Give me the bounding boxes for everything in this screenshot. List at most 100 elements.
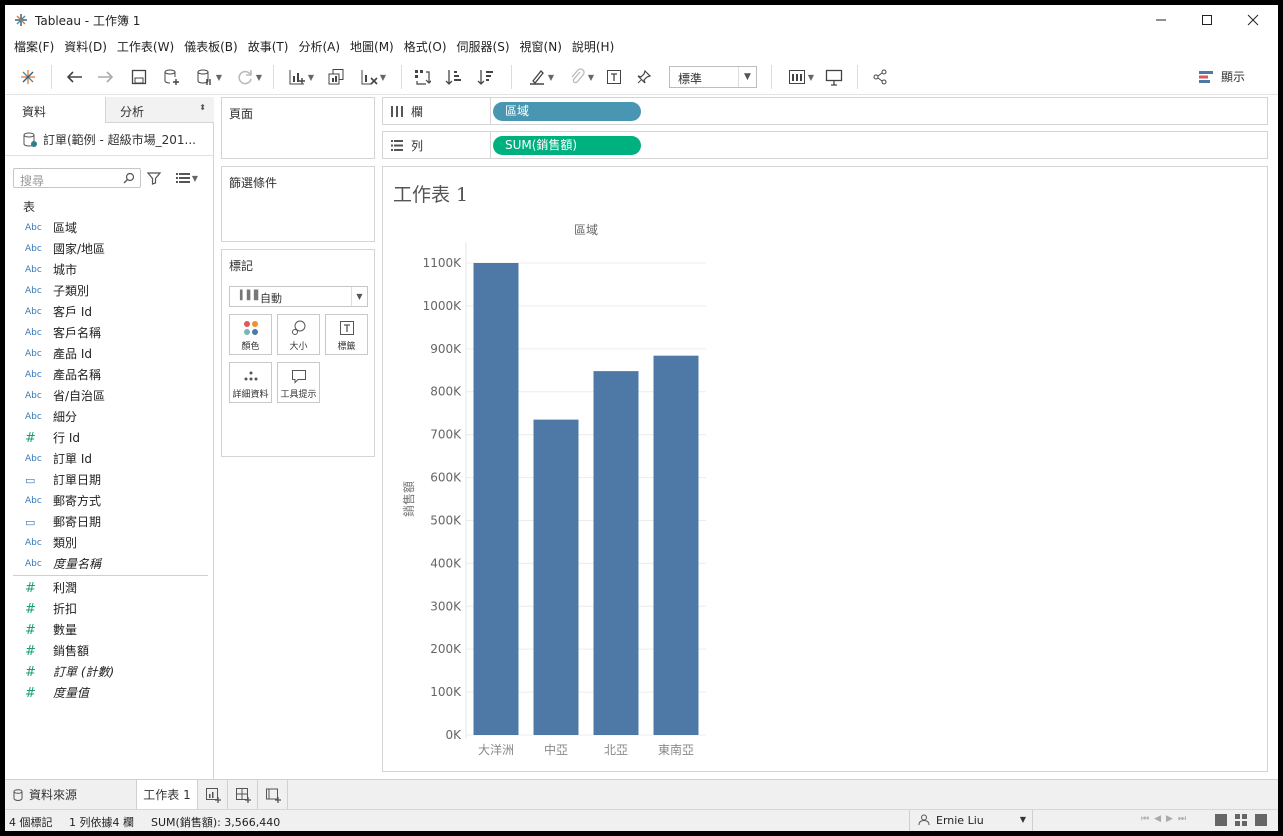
dim-field[interactable]: Abc 子類別	[5, 281, 214, 302]
new-datasource-button[interactable]	[161, 67, 183, 87]
filmstrip-view-icon[interactable]	[1215, 814, 1227, 826]
menu-help[interactable]: 說明(H)	[567, 37, 619, 57]
color-button[interactable]: 顏色	[229, 314, 272, 355]
dim-field[interactable]: # 行 Id	[5, 428, 214, 449]
columns-shelf[interactable]: 欄 區域	[382, 97, 1268, 125]
datasource-item[interactable]: 訂單(範例 - 超級市場_201...	[23, 131, 196, 148]
dim-field[interactable]: Abc 產品名稱	[5, 365, 214, 386]
sort-ascending-button[interactable]	[443, 67, 465, 87]
menu-worksheet[interactable]: 工作表(W)	[112, 37, 179, 57]
dim-field[interactable]: Abc 客戶 Id	[5, 302, 214, 323]
columns-pill[interactable]: 區域	[493, 102, 641, 121]
duplicate-sheet-button[interactable]	[325, 67, 347, 87]
menu-file[interactable]: 檔案(F)	[5, 37, 59, 57]
first-sheet-icon[interactable]: ⏮	[1141, 814, 1149, 824]
measure-field[interactable]: # 利潤	[5, 578, 214, 599]
dim-field[interactable]: Abc 省/自治區	[5, 386, 214, 407]
menu-server[interactable]: 伺服器(S)	[452, 37, 515, 57]
presentation-mode-button[interactable]	[823, 67, 845, 87]
undo-button[interactable]	[63, 67, 85, 87]
share-button[interactable]	[869, 67, 891, 87]
menu-data[interactable]: 資料(D)	[59, 37, 112, 57]
tab-analytics[interactable]: 分析 ⬍	[105, 97, 214, 123]
new-worksheet-button[interactable]: ▼	[283, 67, 319, 87]
dim-field[interactable]: Abc 客戶名稱	[5, 323, 214, 344]
tabs-view-icon[interactable]	[1255, 814, 1267, 826]
dim-field[interactable]: ▭ 訂單日期	[5, 470, 214, 491]
measure-field[interactable]: # 折扣	[5, 599, 214, 620]
dim-field[interactable]: Abc 國家/地區	[5, 239, 214, 260]
show-mark-labels-button[interactable]	[603, 67, 625, 87]
dim-field[interactable]: Abc 城市	[5, 260, 214, 281]
chevron-down-icon: ▼	[738, 67, 756, 87]
new-worksheet-tab-button[interactable]	[198, 780, 228, 809]
string-type-icon: Abc	[25, 244, 42, 254]
dim-field[interactable]: Abc 度量名稱	[5, 554, 214, 575]
measure-field[interactable]: # 訂單 (計數)	[5, 662, 214, 683]
view-options-button[interactable]: ▼	[171, 170, 203, 186]
size-button[interactable]: 大小	[277, 314, 320, 355]
dim-field[interactable]: Abc 區域	[5, 218, 214, 239]
prev-sheet-icon[interactable]: ◀	[1154, 814, 1161, 824]
close-icon	[1247, 14, 1259, 26]
toolbar-separator	[857, 65, 858, 89]
menu-dashboard[interactable]: 儀表板(B)	[179, 37, 243, 57]
fix-axes-button[interactable]	[633, 67, 655, 87]
refresh-button[interactable]: ▼	[231, 67, 267, 87]
minimize-button[interactable]	[1138, 5, 1184, 35]
filters-title: 篩選條件	[229, 176, 278, 190]
pause-updates-button[interactable]: ▼	[191, 67, 227, 87]
datasource-tab[interactable]: 資料來源	[5, 780, 137, 809]
dim-field[interactable]: Abc 郵寄方式	[5, 491, 214, 512]
measure-field[interactable]: # 數量	[5, 620, 214, 641]
save-button[interactable]	[129, 67, 149, 87]
number-type-icon: #	[25, 623, 36, 638]
filter-fields-button[interactable]	[146, 170, 162, 186]
group-members-button[interactable]: ▼	[563, 67, 599, 87]
menu-analysis[interactable]: 分析(A)	[293, 37, 345, 57]
dim-field[interactable]: Abc 細分	[5, 407, 214, 428]
arrow-left-icon	[66, 71, 82, 83]
show-me-button[interactable]: 顯示	[1199, 68, 1245, 85]
last-sheet-icon[interactable]: ⏭	[1178, 814, 1186, 824]
dim-field[interactable]: Abc 類別	[5, 533, 214, 554]
close-button[interactable]	[1230, 5, 1276, 35]
tab-worksheet-1[interactable]: 工作表 1	[136, 780, 198, 809]
menu-format[interactable]: 格式(O)	[399, 37, 452, 57]
sort-descending-button[interactable]	[475, 67, 497, 87]
dim-field[interactable]: Abc 訂單 Id	[5, 449, 214, 470]
share-icon	[873, 69, 887, 85]
fit-select[interactable]: 標準 ▼	[669, 66, 757, 88]
menu-map[interactable]: 地圖(M)	[345, 37, 399, 57]
tab-data[interactable]: 資料	[5, 97, 105, 123]
user-menu[interactable]: Ernie Liu ▼	[909, 810, 1033, 831]
tooltip-button[interactable]: 工具提示	[277, 362, 320, 403]
visualization-area[interactable]: 工作表 1 區域 0K 100K 200K 300K 400K 500K 600K 700K 80…	[382, 166, 1268, 772]
tableau-start-button[interactable]	[17, 67, 39, 87]
measure-field[interactable]: # 銷售額	[5, 641, 214, 662]
filters-card[interactable]: 篩選條件	[221, 166, 375, 242]
new-story-tab-button[interactable]	[258, 780, 288, 809]
rows-shelf[interactable]: 列 SUM(銷售額)	[382, 131, 1268, 159]
next-sheet-icon[interactable]: ▶	[1166, 814, 1173, 824]
mark-type-select[interactable]: ▍▌▋ 自動 ▼	[229, 286, 368, 307]
menu-story[interactable]: 故事(T)	[243, 37, 294, 57]
new-dashboard-tab-button[interactable]	[228, 780, 258, 809]
chevron-down-icon: ▼	[351, 287, 367, 306]
pages-card[interactable]: 頁面	[221, 97, 375, 159]
label-button[interactable]: 標籤	[325, 314, 368, 355]
dim-field[interactable]: ▭ 郵寄日期	[5, 512, 214, 533]
dim-field[interactable]: Abc 產品 Id	[5, 344, 214, 365]
search-input[interactable]: 搜尋	[13, 168, 141, 188]
card-visibility-button[interactable]: ▼	[783, 67, 819, 87]
rows-pill[interactable]: SUM(銷售額)	[493, 136, 641, 155]
highlight-button[interactable]: ▼	[523, 67, 559, 87]
maximize-button[interactable]	[1184, 5, 1230, 35]
sorter-view-icon[interactable]	[1235, 814, 1247, 826]
detail-button[interactable]: 詳細資料	[229, 362, 272, 403]
swap-rows-columns-button[interactable]	[411, 67, 433, 87]
clear-sheet-button[interactable]: ▼	[355, 67, 391, 87]
redo-button[interactable]	[95, 67, 117, 87]
menu-window[interactable]: 視窗(N)	[515, 37, 567, 57]
measure-field[interactable]: # 度量值	[5, 683, 214, 704]
